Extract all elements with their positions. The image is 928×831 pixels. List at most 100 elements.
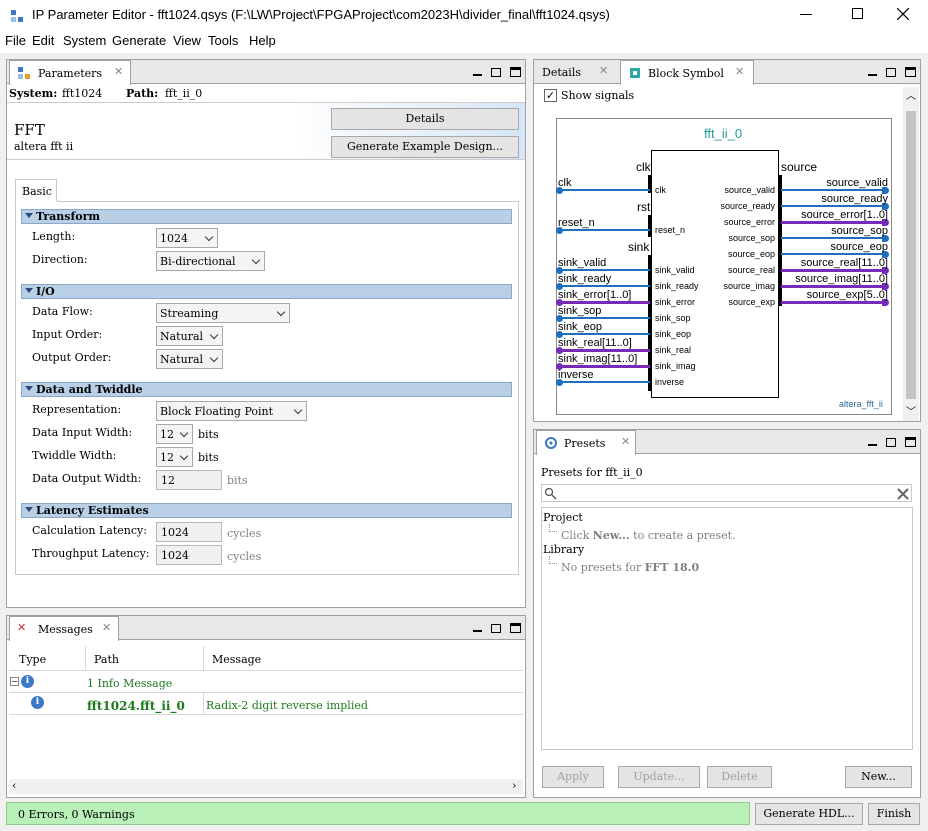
section-transform[interactable]: Transform (21, 209, 512, 224)
tree-project[interactable]: Project (543, 511, 583, 524)
minimize-icon[interactable] (800, 14, 812, 15)
menu-help[interactable]: Help (249, 33, 276, 48)
minimize-icon[interactable] (868, 444, 877, 446)
preset-tree: Project Click New... to create a preset.… (541, 507, 913, 750)
minimize-icon[interactable] (868, 74, 877, 76)
new-preset-button[interactable]: New... (845, 766, 912, 788)
presets-icon (545, 437, 557, 449)
table-row[interactable]: i fft1024.fft_ii_0 Radix-2 digit reverse… (9, 693, 523, 715)
close-icon[interactable] (897, 8, 909, 20)
tab-details-label: Details (542, 66, 581, 79)
minimize-icon[interactable] (473, 630, 482, 632)
presets-panel: Presets ✕ Presets for fft_ii_0 Project C… (533, 429, 921, 798)
menu-file[interactable]: File (5, 33, 26, 48)
generate-hdl-button[interactable]: Generate HDL... (755, 803, 863, 825)
menu-tools[interactable]: Tools (208, 33, 238, 48)
external-signal-in: sink_valid (558, 257, 607, 269)
maximize-icon[interactable] (905, 67, 916, 77)
chevron-down-icon (204, 232, 214, 242)
dataflow-select[interactable]: Streaming (156, 303, 290, 323)
scroll-up-icon[interactable]: ︿ (906, 87, 916, 102)
vertical-scrollbar[interactable]: ︿ ﹀ (903, 87, 919, 421)
output-order-select[interactable]: Natural (156, 349, 223, 369)
menu-edit[interactable]: Edit (32, 33, 54, 48)
parameters-icon (18, 67, 30, 79)
generate-example-button[interactable]: Generate Example Design... (331, 136, 519, 158)
chevron-down-icon (179, 428, 189, 438)
maximize-icon[interactable] (510, 623, 521, 633)
direction-select[interactable]: Bi-directional (156, 251, 265, 271)
delete-button[interactable]: Delete (707, 766, 772, 788)
apply-button[interactable]: Apply (542, 766, 604, 788)
length-select[interactable]: 1024 (156, 228, 218, 248)
col-message[interactable]: Message (212, 653, 261, 666)
port-label-in: sink_imag (655, 361, 696, 371)
col-divider (203, 693, 204, 715)
horizontal-scrollbar[interactable]: ‹ › (9, 779, 523, 794)
tab-block-symbol[interactable]: Block Symbol ✕ (620, 60, 754, 85)
presets-for-label: Presets for fft_ii_0 (541, 466, 643, 479)
menu-view[interactable]: View (173, 33, 201, 48)
section-io[interactable]: I/O (21, 284, 512, 299)
update-button[interactable]: Update... (618, 766, 700, 788)
section-data-twiddle[interactable]: Data and Twiddle (21, 382, 512, 397)
tab-parameters[interactable]: Parameters ✕ (9, 60, 131, 85)
throughput-latency-field: 1024 (156, 545, 222, 565)
minimize-icon[interactable] (473, 74, 482, 76)
output-order-value: Natural (160, 353, 204, 366)
tab-presets[interactable]: Presets ✕ (536, 430, 636, 455)
preset-search-input[interactable] (541, 484, 912, 502)
data-input-width-select[interactable]: 12 (156, 424, 193, 444)
scroll-down-icon[interactable]: ﹀ (906, 403, 916, 418)
tab-messages[interactable]: ✕ Messages ✕ (9, 616, 119, 641)
maximize-icon[interactable] (510, 67, 521, 77)
input-order-select[interactable]: Natural (156, 326, 223, 346)
tab-close-icon[interactable]: ✕ (735, 65, 744, 78)
col-type[interactable]: Type (19, 653, 46, 666)
show-signals-checkbox[interactable]: ✓ (544, 89, 557, 102)
clear-search-icon[interactable] (897, 488, 909, 500)
messages-panel: ✕ Messages ✕ Type Path Message − i 1 Inf… (6, 615, 526, 798)
info-summary: 1 Info Message (87, 677, 173, 690)
tree-library[interactable]: Library (543, 543, 584, 556)
scroll-right-icon[interactable]: › (512, 779, 516, 792)
table-row[interactable]: − i 1 Info Message (9, 672, 523, 693)
restore-icon[interactable] (491, 68, 501, 77)
wire-in (560, 269, 650, 271)
restore-icon[interactable] (491, 624, 501, 633)
section-latency[interactable]: Latency Estimates (21, 503, 512, 518)
twiddle-width-value: 12 (160, 451, 174, 464)
twiddle-width-select[interactable]: 12 (156, 447, 193, 467)
tab-close-icon[interactable]: ✕ (114, 65, 123, 78)
scroll-left-icon[interactable]: ‹ (12, 779, 16, 792)
port-label-in: sink_error (655, 297, 696, 307)
collapse-icon[interactable]: − (10, 677, 19, 686)
messages-header: Type Path Message (9, 646, 523, 671)
project-hint-pre: Click (561, 529, 593, 542)
tab-close-icon[interactable]: ✕ (599, 64, 608, 77)
col-path[interactable]: Path (94, 653, 119, 666)
tab-details[interactable]: Details ✕ (535, 60, 619, 84)
bits-unit: bits (198, 428, 219, 441)
tab-presets-label: Presets (564, 437, 606, 450)
finish-button[interactable]: Finish (868, 803, 920, 825)
ip-header: FFT altera fft ii Details Generate Examp… (7, 102, 525, 160)
external-signal-in: sink_real[11..0] (558, 337, 632, 349)
maximize-icon[interactable] (905, 437, 916, 447)
tab-close-icon[interactable]: ✕ (621, 435, 630, 448)
restore-icon[interactable] (886, 438, 896, 447)
tab-basic[interactable]: Basic (15, 179, 57, 202)
restore-icon[interactable] (886, 68, 896, 77)
wire-in (560, 333, 650, 335)
details-button[interactable]: Details (331, 108, 519, 130)
menu-system[interactable]: System (63, 33, 106, 48)
representation-select[interactable]: Block Floating Point (156, 401, 307, 421)
maximize-icon[interactable] (852, 8, 863, 19)
tab-close-icon[interactable]: ✕ (102, 621, 111, 634)
external-signal-out: source_sop (831, 225, 888, 237)
scrollbar-thumb[interactable] (906, 111, 916, 399)
info-icon: i (21, 675, 34, 688)
wire-out (781, 221, 885, 224)
group-sink: sink (628, 240, 650, 254)
menu-generate[interactable]: Generate (112, 33, 166, 48)
